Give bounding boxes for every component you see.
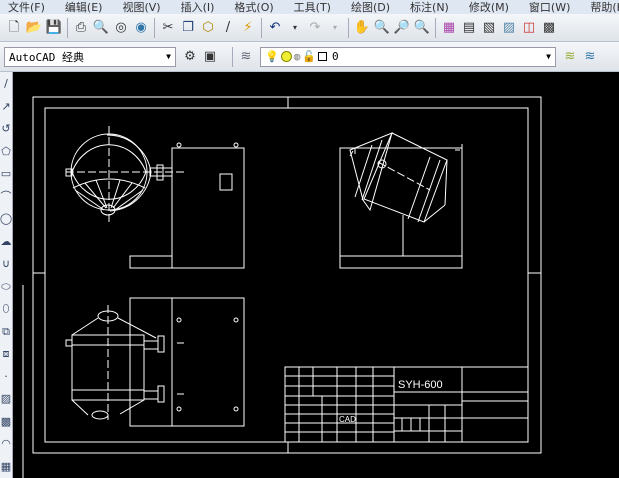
menu-window[interactable]: 窗口(W): [529, 0, 570, 15]
dropdown-icon[interactable]: ▾: [287, 20, 303, 36]
properties-icon[interactable]: ▦: [441, 20, 457, 36]
arc-icon[interactable]: ⌒: [0, 188, 12, 205]
workspace-value: AutoCAD 经典: [9, 50, 84, 64]
software-label: CAD: [339, 415, 356, 424]
standard-toolbar: 🗋 📂 💾 ⎙ 🔍 ◎ ◉ ✂ ❐ ⬡ / ⚡ ↶ ▾ ↷ ▾ ✋ 🔍 🔎 🔍 …: [0, 14, 619, 42]
ellipse-icon[interactable]: ⬭: [0, 278, 12, 295]
workspace-layer-toolbar: AutoCAD 经典 ▼ ⚙ ▣ ≋ 💡 ◍ 🔓 0 ▼ ≋ ≋: [0, 42, 619, 72]
design-center-icon[interactable]: ▤: [461, 20, 477, 36]
layer-manager-icon[interactable]: ≋: [238, 49, 254, 65]
menu-format[interactable]: 格式(O): [234, 0, 273, 15]
chevron-down-icon: ▼: [166, 52, 171, 61]
front-view: [65, 126, 245, 269]
pan-icon[interactable]: ✋: [354, 20, 370, 36]
insert-block-icon[interactable]: ⧉: [0, 323, 12, 340]
open-icon[interactable]: 📂: [26, 20, 42, 36]
polyline-icon[interactable]: ↺: [0, 121, 12, 138]
menu-edit[interactable]: 编辑(E): [65, 0, 103, 15]
hatch-icon[interactable]: ▨: [0, 391, 12, 408]
save-workspace-icon[interactable]: ▣: [202, 49, 218, 65]
menu-view[interactable]: 视图(V): [122, 0, 160, 15]
tool-palette-icon[interactable]: ▧: [481, 20, 497, 36]
zoom-window-icon[interactable]: 🔎: [394, 20, 410, 36]
globe-icon[interactable]: ◉: [133, 20, 149, 36]
side-view: [339, 132, 463, 269]
preview-icon[interactable]: 🔍: [93, 20, 109, 36]
separator: [154, 17, 155, 38]
undo-icon[interactable]: ↶: [267, 20, 283, 36]
layer-select[interactable]: 💡 ◍ 🔓 0 ▼: [260, 46, 556, 67]
menu-file[interactable]: 文件(F): [8, 0, 45, 15]
region-icon[interactable]: ◠: [0, 436, 12, 453]
copy-icon[interactable]: ❐: [180, 20, 196, 36]
publish-icon[interactable]: ◎: [113, 20, 129, 36]
rectangle-icon[interactable]: ▭: [0, 166, 12, 183]
dropdown-icon[interactable]: ▾: [327, 20, 343, 36]
lock-icon: 🔓: [302, 50, 317, 63]
lightbulb-icon: 💡: [265, 50, 279, 63]
draw-toolbar: / ↗ ↺ ⬠ ▭ ⌒ ◯ ☁ ∪ ⬭ ⬯ ⧉ ⧈ · ▨ ▩ ◠ ▦: [0, 72, 13, 478]
menu-modify[interactable]: 修改(M): [469, 0, 509, 15]
separator: [261, 17, 262, 38]
drawing-title: SYH-600: [398, 379, 443, 391]
separator: [348, 17, 349, 38]
menu-draw[interactable]: 绘图(D): [351, 0, 390, 15]
viewport-freeze-icon: ◍: [293, 50, 301, 63]
workspace-select[interactable]: AutoCAD 经典 ▼: [4, 46, 176, 67]
redo-icon[interactable]: ↷: [307, 20, 323, 36]
layer-name: 0: [332, 50, 339, 63]
separator: [67, 17, 68, 38]
ellipse-arc-icon[interactable]: ⬯: [0, 301, 12, 318]
table-icon[interactable]: ▦: [0, 458, 12, 475]
chevron-down-icon: ▼: [546, 52, 551, 61]
menu-help[interactable]: 帮助(H): [590, 0, 619, 15]
save-icon[interactable]: 💾: [46, 20, 62, 36]
matchprop-icon[interactable]: ⚡: [240, 20, 256, 36]
circle-icon[interactable]: ◯: [0, 211, 12, 228]
workspace-settings-icon[interactable]: ⚙: [182, 49, 198, 65]
paste-icon[interactable]: ⬡: [200, 20, 216, 36]
sun-icon: [280, 51, 292, 62]
new-icon[interactable]: 🗋: [6, 20, 22, 36]
revcloud-icon[interactable]: ☁: [0, 233, 12, 250]
sheet-set-icon[interactable]: ▨: [501, 20, 517, 36]
color-swatch-icon: [318, 52, 328, 61]
layer-previous-icon[interactable]: ≋: [582, 49, 598, 65]
make-object-layer-current-icon[interactable]: ≋: [562, 49, 578, 65]
menu-tools[interactable]: 工具(T): [294, 0, 331, 15]
drawing-canvas[interactable]: SYH-600 CAD: [17, 74, 619, 478]
construction-line-icon[interactable]: ↗: [0, 98, 12, 115]
zoom-realtime-icon[interactable]: 🔍: [374, 20, 390, 36]
brush-icon[interactable]: /: [220, 20, 236, 36]
cut-icon[interactable]: ✂: [160, 20, 176, 36]
spline-icon[interactable]: ∪: [0, 256, 12, 273]
layer-state: 💡 ◍ 🔓 0: [265, 50, 339, 63]
menu-bar: 文件(F) 编辑(E) 视图(V) 插入(I) 格式(O) 工具(T) 绘图(D…: [0, 0, 619, 14]
calculator-icon[interactable]: ▩: [541, 20, 557, 36]
menu-insert[interactable]: 插入(I): [181, 0, 215, 15]
polygon-icon[interactable]: ⬠: [0, 143, 12, 160]
make-block-icon[interactable]: ⧈: [0, 346, 12, 363]
top-view: [65, 297, 245, 427]
separator: [435, 17, 436, 38]
line-icon[interactable]: /: [0, 76, 12, 93]
point-icon[interactable]: ·: [0, 368, 12, 385]
print-icon[interactable]: ⎙: [73, 20, 89, 36]
markup-icon[interactable]: ◫: [521, 20, 537, 36]
gradient-icon[interactable]: ▩: [0, 413, 12, 430]
menu-dimension[interactable]: 标注(N): [410, 0, 449, 15]
zoom-previous-icon[interactable]: 🔍: [414, 20, 430, 36]
separator: [232, 46, 233, 67]
